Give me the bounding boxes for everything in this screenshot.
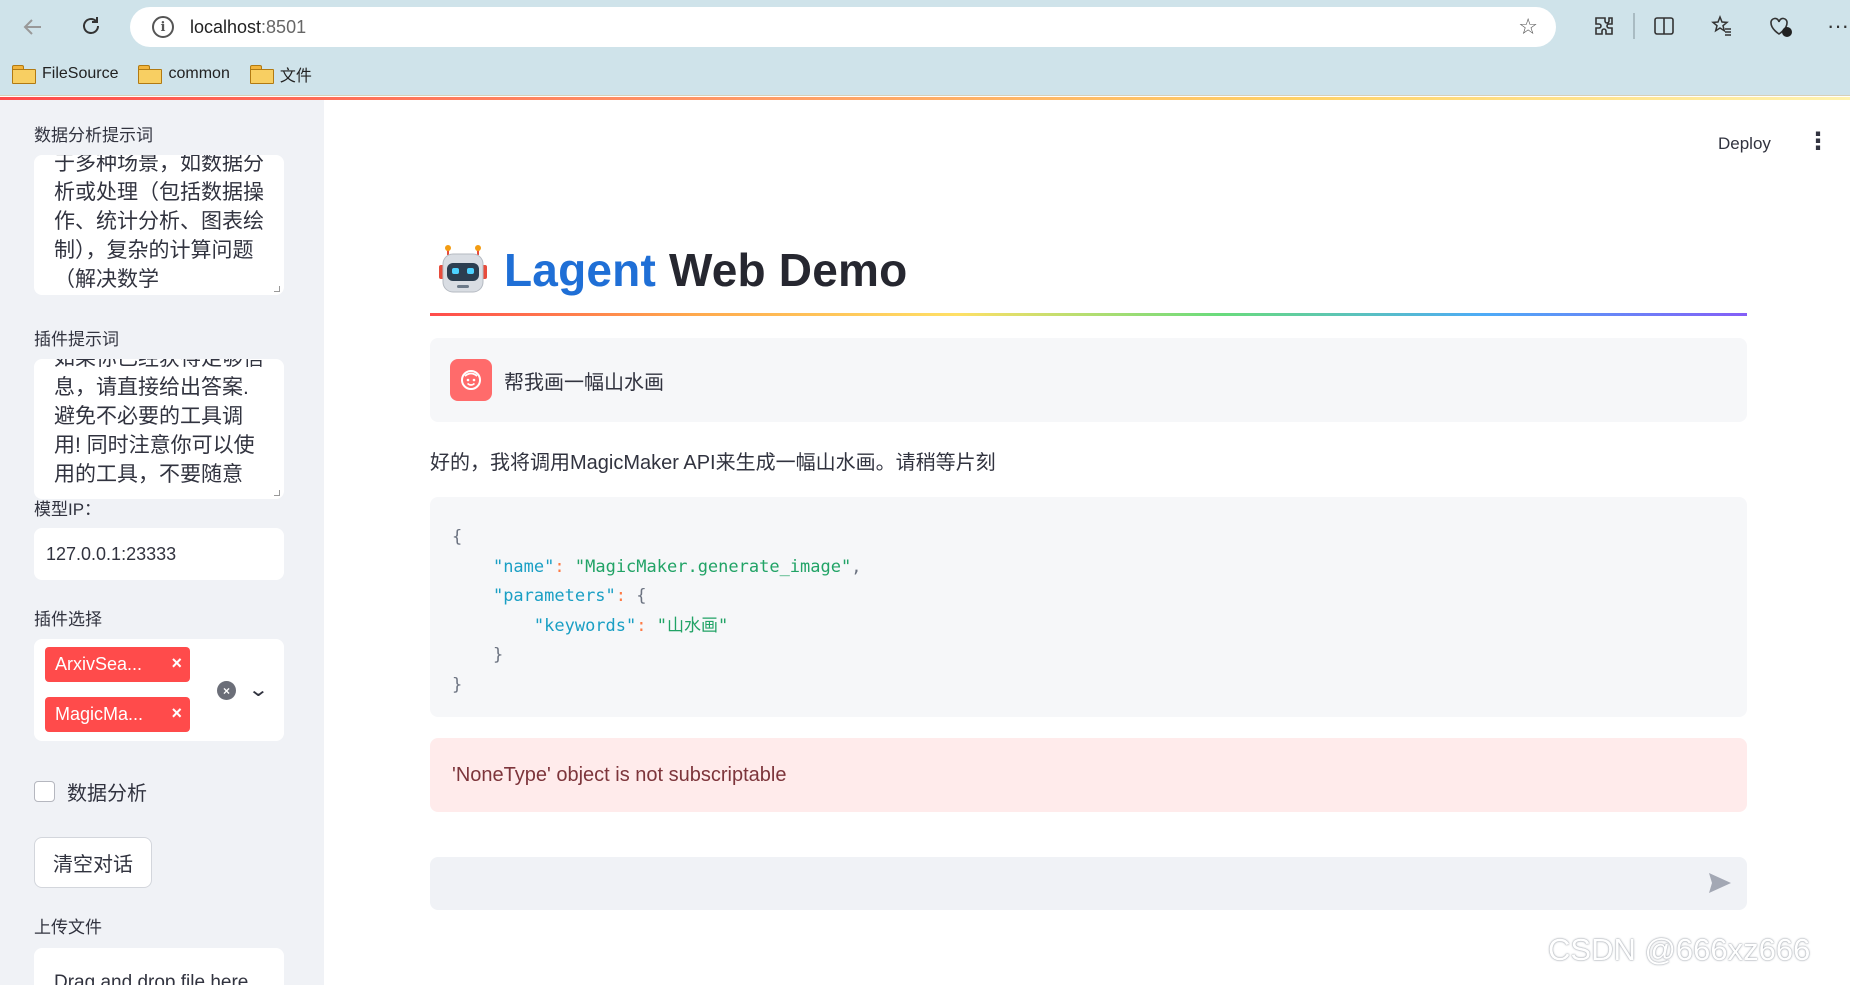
- title-divider: [430, 313, 1747, 316]
- browser-toolbar: i localhost:8501 ☆ ···: [0, 0, 1850, 52]
- chat-input[interactable]: [430, 857, 1747, 910]
- clear-selection-icon[interactable]: ×: [217, 681, 236, 700]
- data-analysis-checkbox[interactable]: 数据分析: [34, 777, 147, 806]
- user-message-text: 帮我画一幅山水画: [504, 371, 664, 394]
- reload-icon: [83, 17, 99, 34]
- code-key: "name": [492, 556, 555, 577]
- browser-essentials-icon[interactable]: [1751, 8, 1809, 44]
- bookmark-files[interactable]: 文件: [249, 62, 312, 86]
- sidebar: 数据分析提示词 于多种场景，如数据分析或处理（包括数据操作、统计分析、图表绘制）…: [0, 100, 324, 985]
- upload-label: 上传文件: [34, 918, 102, 937]
- folder-icon: [138, 65, 163, 84]
- chevron-down-icon[interactable]: ⌄: [247, 677, 269, 702]
- user-avatar-icon: [450, 359, 492, 401]
- app-title: Lagent Web Demo: [504, 244, 908, 296]
- code-key: "parameters": [492, 586, 616, 606]
- remove-chip-icon[interactable]: ×: [171, 703, 182, 724]
- resize-handle[interactable]: [274, 286, 280, 292]
- favorite-star-icon[interactable]: ☆: [1518, 14, 1538, 40]
- site-info-icon[interactable]: i: [152, 16, 174, 38]
- remove-chip-icon[interactable]: ×: [171, 653, 182, 674]
- split-screen-icon[interactable]: [1635, 8, 1693, 44]
- bookmark-common[interactable]: common: [138, 65, 230, 84]
- arrow-left-icon: [23, 19, 41, 35]
- plugin-prompt-textarea[interactable]: 如果你已经获得足够信息，请直接给出答案. 避免不必要的工具调用! 同时注意你可以…: [34, 359, 284, 499]
- code-block: { "name": "MagicMaker.generate_image", "…: [430, 497, 1747, 717]
- send-icon[interactable]: [1707, 870, 1733, 896]
- code-string: "山水画": [656, 615, 729, 636]
- favorites-icon[interactable]: [1693, 8, 1751, 44]
- bookmarks-bar: FileSource common 文件: [0, 52, 1850, 96]
- clear-chat-button[interactable]: 清空对话: [34, 837, 152, 888]
- error-alert: 'NoneType' object is not subscriptable: [430, 738, 1747, 812]
- plugin-chip-arxiv: ArxivSea... ×: [45, 647, 190, 682]
- file-uploader[interactable]: Drag and drop file here: [34, 948, 284, 985]
- watermark: CSDN @666xz666: [1548, 932, 1811, 967]
- resize-handle[interactable]: [274, 490, 280, 496]
- reload-button[interactable]: [72, 7, 110, 45]
- main-menu-icon[interactable]: ⋮: [1806, 130, 1830, 154]
- bookmark-filesource[interactable]: FileSource: [12, 65, 118, 84]
- data-prompt-textarea[interactable]: 于多种场景，如数据分析或处理（包括数据操作、统计分析、图表绘制），复杂的计算问题…: [34, 155, 284, 295]
- code-key: "keywords": [533, 615, 637, 636]
- folder-icon: [12, 65, 36, 84]
- robot-icon: [436, 243, 490, 297]
- deploy-button[interactable]: Deploy: [1718, 134, 1771, 154]
- assistant-message-text: 好的，我将调用MagicMaker API来生成一幅山水画。请稍等片刻: [430, 452, 996, 474]
- plugin-multiselect[interactable]: ArxivSea... × MagicMa... × × ⌄: [34, 639, 284, 741]
- url-text: localhost:8501: [190, 16, 307, 37]
- plugin-chip-magicmaker: MagicMa... ×: [45, 697, 190, 732]
- page-title: Lagent Web Demo: [436, 243, 907, 297]
- more-options-icon[interactable]: ···: [1809, 8, 1850, 44]
- model-ip-label: 模型IP：: [34, 500, 102, 519]
- extensions-icon[interactable]: [1575, 8, 1633, 44]
- model-ip-input[interactable]: 127.0.0.1:23333: [34, 528, 284, 580]
- code-string: "MagicMaker.generate_image": [574, 556, 852, 577]
- back-button[interactable]: [14, 8, 52, 46]
- checkbox-icon[interactable]: [34, 781, 55, 802]
- address-bar[interactable]: i localhost:8501 ☆: [130, 7, 1556, 47]
- browser-extensions: ···: [1575, 8, 1850, 44]
- folder-icon: [249, 65, 274, 84]
- plugin-prompt-label: 插件提示词: [34, 330, 119, 349]
- data-prompt-label: 数据分析提示词: [34, 126, 153, 145]
- user-message: 帮我画一幅山水画: [430, 338, 1747, 422]
- plugin-select-label: 插件选择: [34, 610, 102, 629]
